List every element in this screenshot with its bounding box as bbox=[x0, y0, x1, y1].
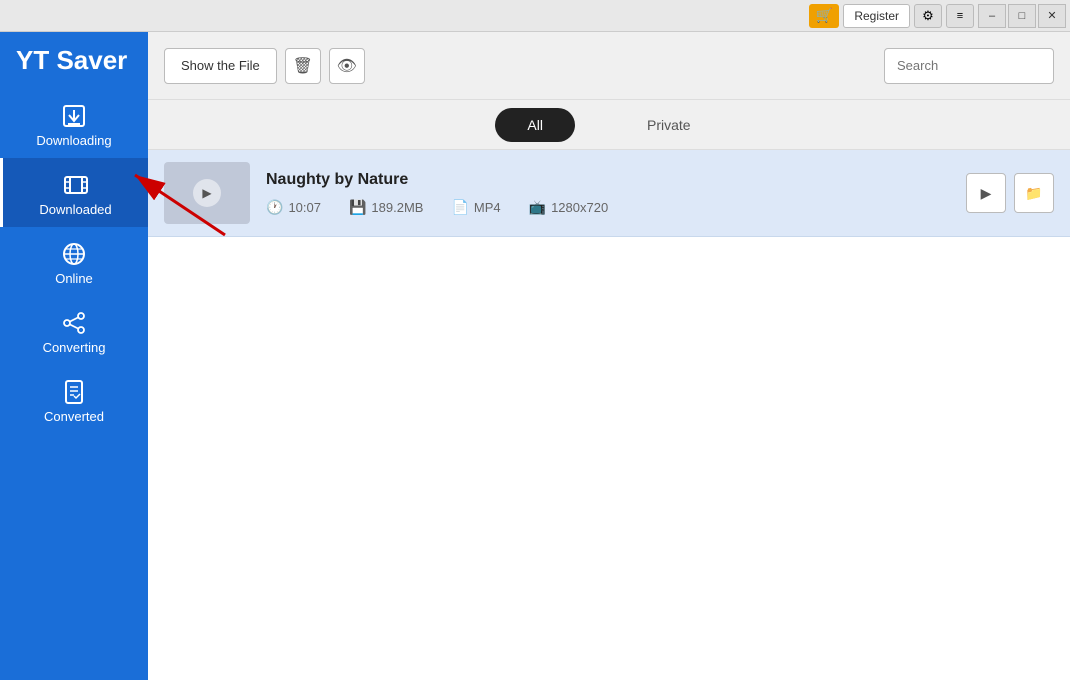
folder-icon: 📁 bbox=[1025, 185, 1042, 202]
play-button[interactable]: ▶ bbox=[966, 173, 1006, 213]
download-icon bbox=[61, 103, 87, 129]
toolbar: Show the File 🗑 👁 bbox=[148, 32, 1070, 100]
resolution-icon: 📺 bbox=[529, 199, 546, 216]
format-icon: 📄 bbox=[451, 199, 468, 216]
sidebar-item-converted[interactable]: Converted bbox=[0, 365, 148, 434]
document-icon bbox=[61, 379, 87, 405]
maximize-button[interactable]: □ bbox=[1008, 4, 1036, 28]
register-button[interactable]: Register bbox=[843, 4, 910, 28]
filter-tab-private[interactable]: Private bbox=[615, 108, 723, 142]
gear-icon: ⚙ bbox=[922, 8, 934, 24]
video-thumbnail: ▶ bbox=[164, 162, 250, 224]
sidebar-item-converting[interactable]: Converting bbox=[0, 296, 148, 365]
preview-button[interactable]: 👁 bbox=[329, 48, 365, 84]
meta-size: 💾 189.2MB bbox=[349, 199, 423, 216]
meta-duration: 🕐 10:07 bbox=[266, 199, 321, 216]
search-input[interactable] bbox=[884, 48, 1054, 84]
play-icon-btn: ▶ bbox=[981, 185, 992, 202]
window-controls: – □ ✕ bbox=[978, 4, 1066, 28]
close-button[interactable]: ✕ bbox=[1038, 4, 1066, 28]
cart-icon: 🛒 bbox=[816, 7, 833, 24]
share-icon bbox=[61, 310, 87, 336]
sidebar-item-downloading[interactable]: Downloading bbox=[0, 89, 148, 158]
format-value: MP4 bbox=[474, 200, 501, 215]
meta-resolution: 📺 1280x720 bbox=[529, 199, 609, 216]
size-icon: 💾 bbox=[349, 199, 366, 216]
close-icon: ✕ bbox=[1047, 9, 1056, 22]
app-body: YT Saver Downloading bbox=[0, 32, 1070, 680]
video-title: Naughty by Nature bbox=[266, 171, 950, 189]
size-value: 189.2MB bbox=[371, 200, 423, 215]
settings-button[interactable]: ⚙ bbox=[914, 4, 942, 28]
clock-icon: 🕐 bbox=[266, 199, 283, 216]
online-label: Online bbox=[55, 271, 93, 286]
filter-tab-all[interactable]: All bbox=[495, 108, 575, 142]
folder-button[interactable]: 📁 bbox=[1014, 173, 1054, 213]
downloaded-label: Downloaded bbox=[39, 202, 111, 217]
video-meta: 🕐 10:07 💾 189.2MB 📄 MP4 📺 bbox=[266, 199, 950, 216]
meta-format: 📄 MP4 bbox=[451, 199, 500, 216]
sidebar-item-online[interactable]: Online bbox=[0, 227, 148, 296]
minimize-icon: – bbox=[989, 10, 995, 22]
converting-label: Converting bbox=[43, 340, 106, 355]
cart-button[interactable]: 🛒 bbox=[809, 4, 839, 28]
menu-icon: ≡ bbox=[957, 10, 963, 22]
eye-icon: 👁 bbox=[337, 56, 357, 76]
maximize-icon: □ bbox=[1019, 10, 1026, 22]
delete-button[interactable]: 🗑 bbox=[285, 48, 321, 84]
globe-icon bbox=[61, 241, 87, 267]
sidebar: YT Saver Downloading bbox=[0, 32, 148, 680]
converted-label: Converted bbox=[44, 409, 104, 424]
content-list: ▶ Naughty by Nature 🕐 10:07 💾 189.2MB bbox=[148, 150, 1070, 680]
content-area: Show the File 🗑 👁 All Private ▶ Naughty … bbox=[148, 32, 1070, 680]
minimize-button[interactable]: – bbox=[978, 4, 1006, 28]
show-file-button[interactable]: Show the File bbox=[164, 48, 277, 84]
filter-bar: All Private bbox=[148, 100, 1070, 150]
video-item: ▶ Naughty by Nature 🕐 10:07 💾 189.2MB bbox=[148, 150, 1070, 237]
menu-button[interactable]: ≡ bbox=[946, 4, 974, 28]
resolution-value: 1280x720 bbox=[551, 200, 608, 215]
downloading-label: Downloading bbox=[36, 133, 111, 148]
duration-value: 10:07 bbox=[288, 200, 321, 215]
film-icon bbox=[63, 172, 89, 198]
video-actions: ▶ 📁 bbox=[966, 173, 1054, 213]
app-title: YT Saver bbox=[0, 32, 148, 89]
video-info: Naughty by Nature 🕐 10:07 💾 189.2MB 📄 bbox=[266, 171, 950, 216]
trash-icon: 🗑 bbox=[293, 56, 313, 76]
sidebar-item-downloaded[interactable]: Downloaded bbox=[0, 158, 148, 227]
title-bar: 🛒 Register ⚙ ≡ – □ ✕ bbox=[0, 0, 1070, 32]
play-icon: ▶ bbox=[193, 179, 221, 207]
